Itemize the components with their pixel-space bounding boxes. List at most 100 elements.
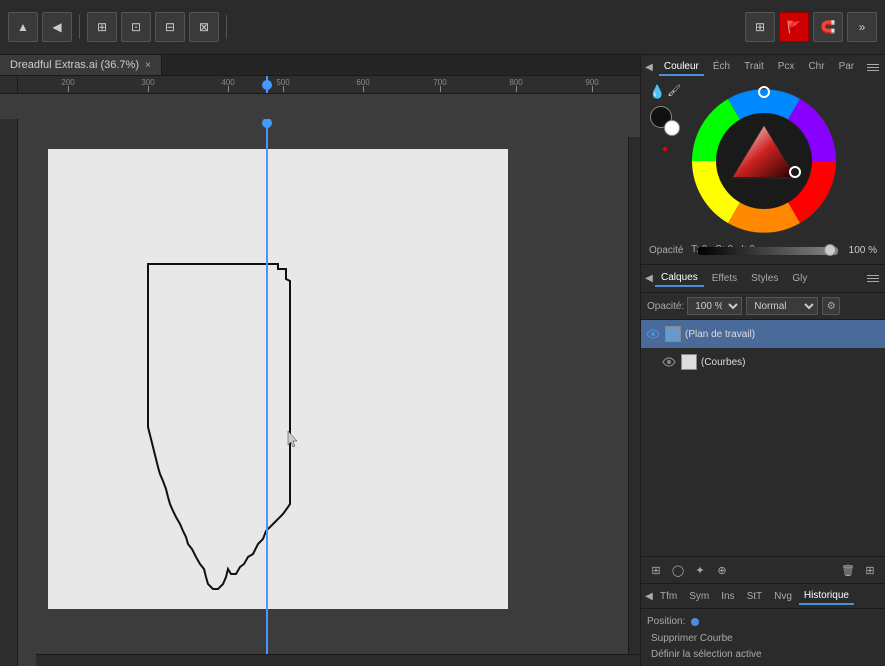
color-swatches: 💧 🖌 ● [649, 84, 681, 239]
layers-tabs-row: ◀ Calques Effets Styles Gly [641, 265, 885, 293]
toolbar-btn-2[interactable]: ◀ [42, 12, 72, 42]
layers-panel: ◀ Calques Effets Styles Gly Opacité: 100… [641, 265, 885, 583]
tab-styles[interactable]: Styles [745, 271, 784, 286]
tab-sym[interactable]: Sym [684, 589, 714, 604]
scrollbar-vertical[interactable] [628, 137, 640, 654]
tick-mark-500 [283, 86, 284, 92]
blend-mode-select[interactable]: Normal [746, 297, 818, 315]
scrollbar-horizontal[interactable] [36, 654, 640, 666]
red-dot[interactable]: ● [662, 144, 668, 155]
layers-bottom-bar: ⊞ ◯ ✦ ⊕ 🗑 ⊞ [641, 556, 885, 583]
layer-color-1 [665, 326, 681, 342]
historique-panel: Position: Supprimer Courbe Définir la sé… [641, 609, 885, 666]
layer-visibility-2[interactable] [661, 354, 677, 370]
background-swatch[interactable] [664, 120, 680, 136]
doc-close-icon[interactable]: × [145, 60, 151, 71]
tab-gly[interactable]: Gly [786, 271, 813, 286]
top-toolbar: ▲ ◀ ⊞ ⊡ ⊟ ⊠ ⊞ 🚩 🧲 » [0, 0, 885, 55]
toolbar-btn-1[interactable]: ▲ [8, 12, 38, 42]
color-panel-header: ◀ Couleur Éch Trait Pcx Chr Par [645, 59, 881, 76]
layer-name-2: (Courbes) [701, 357, 881, 368]
tab-effets[interactable]: Effets [706, 271, 743, 286]
action-2[interactable]: Définir la sélection active [647, 646, 879, 662]
toolbar-btn-4[interactable]: ⊡ [121, 12, 151, 42]
tick-mark-700 [440, 86, 441, 92]
tab-pcx[interactable]: Pcx [773, 59, 800, 76]
action-1[interactable]: Supprimer Courbe [647, 630, 879, 646]
color-wheel-svg[interactable] [687, 84, 842, 239]
opacity-thumb[interactable] [824, 244, 836, 256]
tick-mark-300 [148, 86, 149, 92]
layers-icon-1[interactable]: ⊞ [647, 561, 665, 579]
ruler-top: 200 300 400 500 600 700 800 900 [0, 76, 640, 94]
tab-couleur[interactable]: Couleur [659, 59, 704, 76]
layers-icon-4[interactable]: ⊕ [713, 561, 731, 579]
layer-color-2 [681, 354, 697, 370]
opacity-value: 100 % [842, 245, 877, 256]
toolbar-magnet-btn[interactable]: 🧲 [813, 12, 843, 42]
layers-settings-btn[interactable]: ⚙ [822, 297, 840, 315]
eyedropper-icon[interactable]: 💧 [649, 84, 665, 100]
canvas-area[interactable] [18, 119, 640, 666]
tab-chr[interactable]: Chr [803, 59, 829, 76]
panel-menu-icon[interactable] [865, 60, 881, 76]
layers-icon-3[interactable]: ✦ [691, 561, 709, 579]
action-label-1: Supprimer Courbe [647, 631, 737, 646]
layer-list: (Plan de travail) (Courbes) [641, 320, 885, 376]
doc-tabs: Dreadful Extras.ai (36.7%) × [0, 55, 640, 76]
opacity-slider[interactable] [698, 247, 838, 255]
ruler-guide-dot [262, 119, 272, 128]
layers-delete-icon[interactable]: 🗑 [839, 561, 857, 579]
tab-ins[interactable]: Ins [716, 589, 739, 604]
layers-icon-2[interactable]: ◯ [669, 561, 687, 579]
canvas-wrapper: Dreadful Extras.ai (36.7%) × 200 300 400… [0, 55, 640, 666]
bottom-panels: ◀ Tfm Sym Ins StT Nvg Historique Positio… [641, 583, 885, 666]
separator-1 [79, 15, 80, 39]
alberta-svg [48, 149, 508, 609]
doc-tab-active[interactable]: Dreadful Extras.ai (36.7%) × [0, 55, 162, 75]
action-label-2: Définir la sélection active [647, 647, 766, 662]
layer-visibility-1[interactable] [645, 326, 661, 342]
tab-tfm[interactable]: Tfm [655, 589, 682, 604]
toolbar-btn-6[interactable]: ⊠ [189, 12, 219, 42]
color-panel-tabs: Couleur Éch Trait Pcx Chr Par [659, 59, 859, 76]
opacity-control: Opacité: 100 % [647, 297, 742, 315]
layers-collapse-icon[interactable]: ◀ [645, 271, 653, 287]
ruler-corner [0, 76, 18, 94]
toolbar-btn-5[interactable]: ⊟ [155, 12, 185, 42]
layers-add-icon[interactable]: ⊞ [861, 561, 879, 579]
layer-item-plan-de-travail[interactable]: (Plan de travail) [641, 320, 885, 348]
layer-name-1: (Plan de travail) [685, 329, 881, 340]
transform-collapse-icon[interactable]: ◀ [645, 588, 653, 604]
tab-par[interactable]: Par [834, 59, 860, 76]
tab-stt[interactable]: StT [742, 589, 768, 604]
color-wheel-container: T: 0 S: 0 I: 0 [687, 84, 842, 239]
paint-icon[interactable]: 🖌 [667, 84, 681, 100]
separator-2 [226, 15, 227, 39]
tab-historique[interactable]: Historique [799, 588, 854, 605]
transform-tabs-row: ◀ Tfm Sym Ins StT Nvg Historique [641, 583, 885, 609]
tick-mark-600 [363, 86, 364, 92]
toolbar-more-btn[interactable]: » [847, 12, 877, 42]
color-controls: 💧 🖌 ● [645, 80, 881, 243]
position-dot [691, 618, 699, 626]
tab-nvg[interactable]: Nvg [769, 589, 797, 604]
position-row: Position: [647, 613, 879, 630]
tick-mark-400 [228, 86, 229, 92]
ruler-guide-handle[interactable] [262, 80, 272, 90]
artboard [48, 149, 508, 609]
collapse-icon[interactable]: ◀ [645, 60, 653, 76]
layers-menu-icon[interactable] [865, 271, 881, 287]
tick-mark-200 [68, 86, 69, 92]
doc-title: Dreadful Extras.ai (36.7%) [10, 59, 139, 71]
tab-ech[interactable]: Éch [708, 59, 735, 76]
layers-opacity-select[interactable]: 100 % [687, 297, 742, 315]
color-panel: ◀ Couleur Éch Trait Pcx Chr Par [641, 55, 885, 265]
toolbar-flag-btn[interactable]: 🚩 [779, 12, 809, 42]
ruler-left [0, 119, 18, 666]
tab-trait[interactable]: Trait [739, 59, 769, 76]
layer-item-courbes[interactable]: (Courbes) [641, 348, 885, 376]
tab-calques[interactable]: Calques [655, 270, 704, 287]
toolbar-btn-3[interactable]: ⊞ [87, 12, 117, 42]
toolbar-grid-btn[interactable]: ⊞ [745, 12, 775, 42]
